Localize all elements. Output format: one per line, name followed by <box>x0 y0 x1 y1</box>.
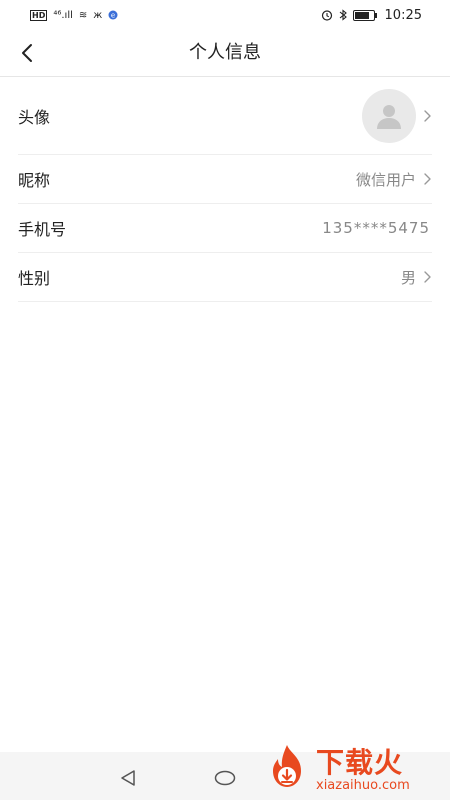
avatar-label: 头像 <box>18 107 51 127</box>
chevron-right-icon <box>424 271 431 283</box>
gender-row[interactable]: 性别 男 <box>18 253 432 302</box>
watermark-text: 下载火 xiazaihuo.com <box>316 747 410 793</box>
nickname-value: 微信用户 <box>355 170 416 189</box>
app-notification-icon: e <box>108 10 118 20</box>
avatar[interactable] <box>362 88 416 143</box>
watermark-brand-en: xiazaihuo.com <box>316 778 410 793</box>
avatar-row-right <box>362 88 432 143</box>
system-home-icon[interactable] <box>214 770 236 786</box>
page-title: 个人信息 <box>189 42 261 63</box>
hd-badge: HD <box>30 9 48 21</box>
phone-row-right: 135****5475 <box>322 219 432 237</box>
battery-level <box>354 11 369 19</box>
wifi-icon: ≋ <box>78 9 88 21</box>
profile-info-list: 头像 昵称 微信用户 手机号 135****5475 性别 男 <box>18 77 432 302</box>
svg-text:e: e <box>111 12 115 20</box>
chevron-right-icon <box>424 173 431 185</box>
user-placeholder-icon <box>377 104 401 129</box>
flame-logo-icon <box>273 745 301 787</box>
phone-row: 手机号 135****5475 <box>18 204 432 253</box>
status-bar: HD ⁴⁶.ıll ≋ ж e 10:25 <box>0 0 450 30</box>
nickname-label: 昵称 <box>18 171 51 190</box>
battery-icon <box>352 9 377 21</box>
chevron-left-icon <box>22 44 32 62</box>
nav-bar: 个人信息 <box>0 30 450 77</box>
status-left: HD ⁴⁶.ıll ≋ ж e <box>30 9 118 21</box>
signal-icon: ⁴⁶.ıll <box>53 9 73 21</box>
nickname-row[interactable]: 昵称 微信用户 <box>18 155 432 204</box>
gender-value: 男 <box>400 268 416 287</box>
nickname-row-right: 微信用户 <box>356 169 432 190</box>
phone-label: 手机号 <box>18 220 67 239</box>
mute-icon: ж <box>93 9 103 21</box>
gender-row-right: 男 <box>401 267 432 288</box>
back-button[interactable] <box>14 40 40 66</box>
bluetooth-icon <box>339 9 347 21</box>
watermark-brand-cn: 下载火 <box>316 746 404 779</box>
clock: 10:25 <box>384 7 422 23</box>
status-right: 10:25 <box>321 8 422 23</box>
gender-label: 性别 <box>18 269 51 288</box>
watermark: 下载火 xiazaihuo.com <box>262 742 448 798</box>
chevron-right-icon <box>424 109 431 122</box>
avatar-row[interactable]: 头像 <box>18 77 432 155</box>
system-back-icon[interactable] <box>118 768 138 788</box>
alarm-icon <box>321 10 332 21</box>
phone-value: 135****5475 <box>322 219 430 237</box>
